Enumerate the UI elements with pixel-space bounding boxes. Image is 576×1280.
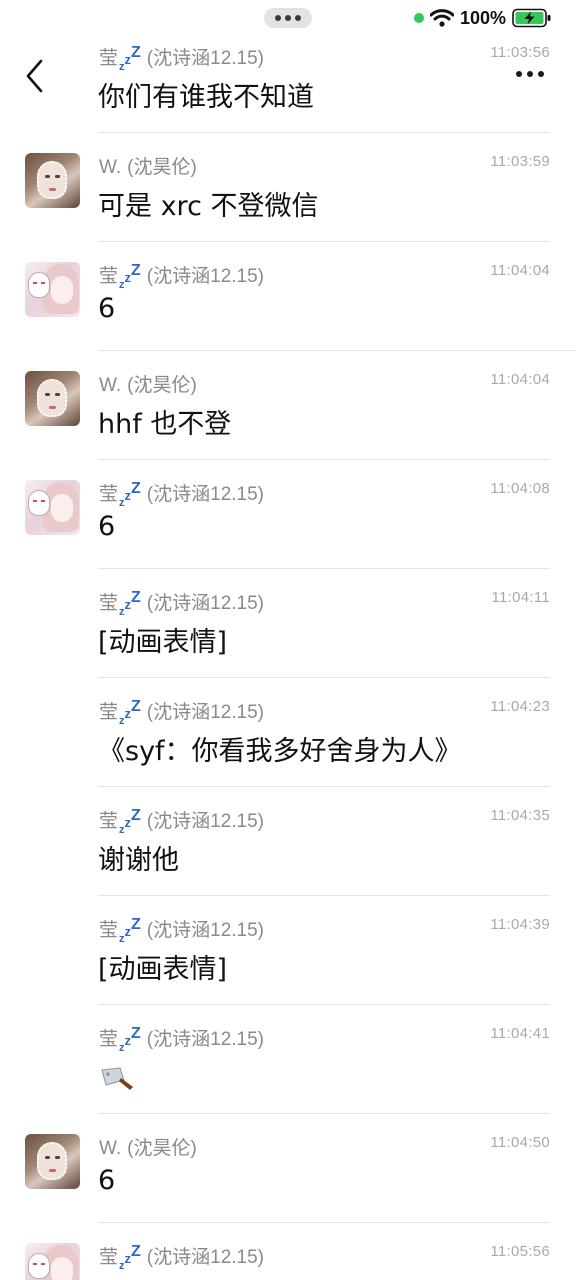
sender-name[interactable]: W. (沈昊伦)	[99, 370, 197, 397]
sleep-zzz-icon: zzZ	[119, 807, 141, 836]
message-item[interactable]: 莹 zzZ (沈诗涵12.15) 11:04:39 [动画表情]	[0, 896, 576, 1005]
message-item[interactable]: W. (沈昊伦) 11:04:50 6	[0, 1114, 576, 1223]
sleep-zzz-icon: zzZ	[119, 1025, 141, 1054]
message-item[interactable]: 莹 zzZ (沈诗涵12.15) 11:04:35 谢谢他	[0, 787, 576, 896]
sleep-zzz-icon: zzZ	[119, 698, 141, 727]
message-text[interactable]: 6	[98, 511, 115, 542]
sender-group-note: (沈昊伦)	[127, 157, 197, 178]
avatar[interactable]	[25, 1243, 80, 1280]
sender-nickname: W.	[99, 375, 122, 396]
sender-nickname: 莹	[99, 1247, 119, 1268]
sender-group-note: (沈诗涵12.15)	[146, 48, 264, 69]
sender-name[interactable]: 莹 zzZ (沈诗涵12.15)	[99, 915, 264, 945]
message-time: 11:05:56	[490, 1243, 550, 1260]
sender-name[interactable]: 莹 zzZ (沈诗涵12.15)	[99, 588, 264, 618]
message-item[interactable]: W. (沈昊伦) 11:03:59 可是 xrc 不登微信	[0, 133, 576, 242]
sleep-zzz-icon: zzZ	[119, 44, 141, 73]
message-item[interactable]: 莹 zzZ (沈诗涵12.15) 11:04:08 6	[0, 460, 576, 569]
message-text[interactable]: [动画表情]	[98, 947, 227, 986]
message-time: 11:04:41	[490, 1025, 550, 1042]
sleep-zzz-icon: zzZ	[119, 589, 141, 618]
avatar[interactable]	[25, 371, 80, 426]
sender-group-note: (沈诗涵12.15)	[146, 266, 264, 287]
message-text[interactable]: [动画表情]	[98, 620, 227, 659]
sender-nickname: 莹	[99, 266, 119, 287]
avatar[interactable]	[25, 1134, 80, 1189]
sender-name[interactable]: W. (沈昊伦)	[99, 1133, 197, 1160]
message-text[interactable]: 《syf：你看我多好舍身为人》	[98, 729, 462, 768]
sender-nickname: 莹	[99, 1029, 119, 1050]
sender-nickname: W.	[99, 157, 122, 178]
sender-name[interactable]: 莹 zzZ (沈诗涵12.15)	[99, 697, 264, 727]
message-text[interactable]: 6	[98, 1165, 115, 1196]
cleaver-icon	[101, 1067, 133, 1090]
sender-nickname: 莹	[99, 811, 119, 832]
sender-name[interactable]: 莹 zzZ (沈诗涵12.15)	[99, 261, 264, 291]
sender-group-note: (沈昊伦)	[127, 1138, 197, 1159]
message-time: 11:04:08	[490, 480, 550, 497]
sleep-zzz-icon: zzZ	[119, 916, 141, 945]
avatar[interactable]	[25, 480, 80, 535]
sender-group-note: (沈昊伦)	[127, 375, 197, 396]
message-item[interactable]: W. (沈昊伦) 11:04:04 hhf 也不登	[0, 351, 576, 460]
sleep-zzz-icon: zzZ	[119, 480, 141, 509]
message-text[interactable]: 可是 xrc 不登微信	[98, 184, 319, 223]
message-time: 11:04:35	[490, 807, 550, 824]
sender-nickname: 莹	[99, 484, 119, 505]
sender-name[interactable]: 莹 zzZ (沈诗涵12.15)	[99, 1242, 264, 1272]
sender-name[interactable]: 莹 zzZ (沈诗涵12.15)	[99, 43, 264, 73]
sender-nickname: 莹	[99, 702, 119, 723]
sender-nickname: W.	[99, 1138, 122, 1159]
message-time: 11:04:04	[490, 262, 550, 279]
message-text[interactable]: hhf 也不登	[98, 402, 231, 441]
sleep-zzz-icon: zzZ	[119, 262, 141, 291]
message-item[interactable]: 莹 zzZ (沈诗涵12.15) 11:04:41	[0, 1005, 576, 1114]
sender-name[interactable]: 莹 zzZ (沈诗涵12.15)	[99, 806, 264, 836]
sender-group-note: (沈诗涵12.15)	[146, 1247, 264, 1268]
sender-group-note: (沈诗涵12.15)	[146, 484, 264, 505]
sender-group-note: (沈诗涵12.15)	[146, 920, 264, 941]
message-item[interactable]: 莹 zzZ (沈诗涵12.15) 11:03:56 你们有谁我不知道	[0, 24, 576, 133]
avatar[interactable]	[25, 153, 80, 208]
message-time: 11:04:04	[490, 371, 550, 388]
message-item[interactable]: 莹 zzZ (沈诗涵12.15) 11:04:11 [动画表情]	[0, 569, 576, 678]
message-item[interactable]: 莹 zzZ (沈诗涵12.15) 11:04:04 6	[0, 242, 576, 351]
message-text[interactable]: 谢谢他	[98, 838, 179, 877]
message-time: 11:04:50	[490, 1134, 550, 1151]
message-time: 11:04:39	[490, 916, 550, 933]
message-time: 11:03:59	[490, 153, 550, 170]
sleep-zzz-icon: zzZ	[119, 1243, 141, 1272]
sender-name[interactable]: W. (沈昊伦)	[99, 152, 197, 179]
message-item[interactable]: 莹 zzZ (沈诗涵12.15) 11:05:56	[0, 1223, 576, 1280]
sender-group-note: (沈诗涵12.15)	[146, 702, 264, 723]
sender-group-note: (沈诗涵12.15)	[146, 811, 264, 832]
sender-nickname: 莹	[99, 593, 119, 614]
sender-name[interactable]: 莹 zzZ (沈诗涵12.15)	[99, 1024, 264, 1054]
sender-group-note: (沈诗涵12.15)	[146, 593, 264, 614]
message-time: 11:04:23	[490, 698, 550, 715]
message-text[interactable]: 6	[98, 293, 115, 324]
message-item[interactable]: 莹 zzZ (沈诗涵12.15) 11:04:23 《syf：你看我多好舍身为人》	[0, 678, 576, 787]
privacy-indicator-icon	[413, 13, 424, 23]
avatar[interactable]	[25, 262, 80, 317]
sender-name[interactable]: 莹 zzZ (沈诗涵12.15)	[99, 479, 264, 509]
message-text[interactable]: 你们有谁我不知道	[98, 75, 314, 114]
message-time: 11:03:56	[490, 44, 550, 61]
sender-nickname: 莹	[99, 920, 119, 941]
sender-group-note: (沈诗涵12.15)	[146, 1029, 264, 1050]
sender-nickname: 莹	[99, 48, 119, 69]
message-time: 11:04:11	[491, 589, 550, 606]
